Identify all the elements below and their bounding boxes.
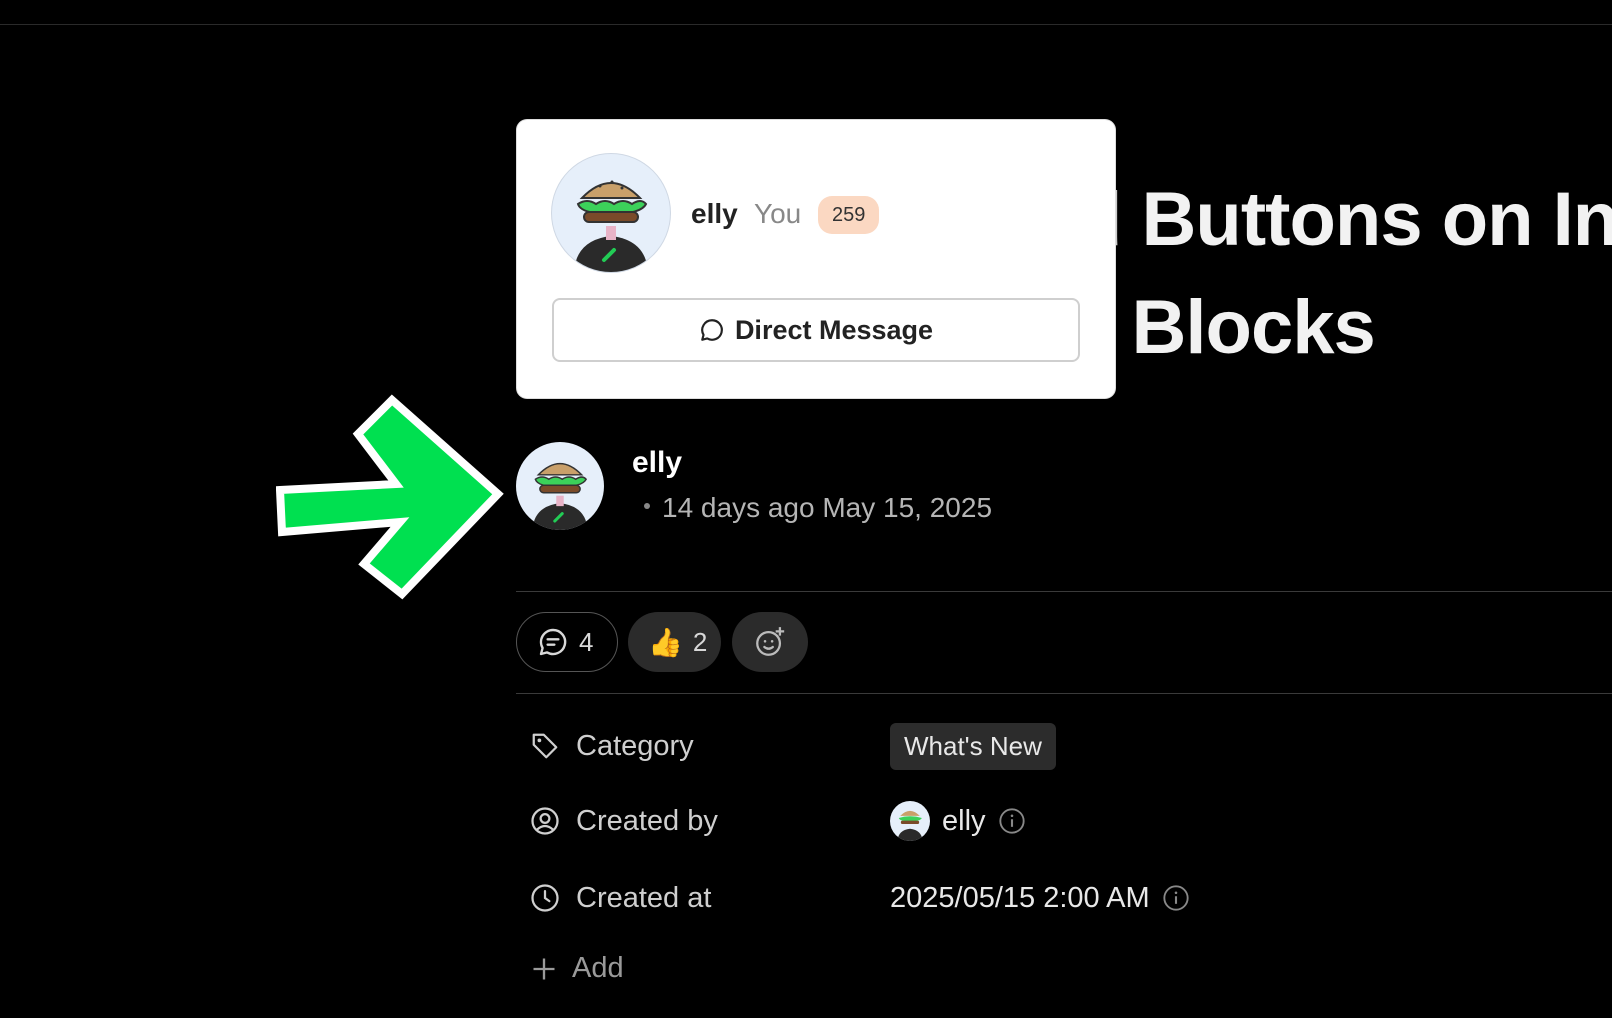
popover-avatar[interactable]	[552, 154, 670, 272]
creator-name[interactable]: elly	[942, 805, 986, 838]
page-title-line-1: d Buttons on In	[1076, 177, 1612, 262]
burger-avatar-icon	[897, 810, 923, 841]
comment-icon	[539, 628, 567, 656]
property-created-by: Created by elly	[530, 801, 1590, 841]
plus-icon	[533, 958, 555, 979]
post-date: May 15, 2025	[822, 492, 993, 523]
green-arrow-annotation-icon	[276, 394, 504, 600]
comment-count: 4	[579, 626, 594, 657]
creator-avatar[interactable]	[890, 801, 930, 841]
info-icon[interactable]	[998, 807, 1026, 835]
like-count: 2	[692, 626, 708, 657]
clock-icon	[530, 883, 560, 913]
category-tag[interactable]: What's New	[890, 722, 1056, 770]
info-icon[interactable]	[1162, 884, 1190, 912]
property-category: Category What's New	[530, 722, 1590, 770]
category-label: Category	[576, 729, 694, 762]
relative-time: 14 days ago	[662, 492, 815, 523]
popover-username: elly	[691, 198, 738, 229]
thumbs-up-reaction[interactable]: 👍 2	[628, 612, 721, 672]
add-reaction-button[interactable]	[732, 612, 808, 672]
add-label: Add	[572, 952, 624, 984]
post-date-meta: 14 days ago May 15, 2025	[644, 492, 992, 524]
created-by-label: Created by	[576, 804, 718, 837]
author-name[interactable]: elly	[632, 446, 682, 480]
user-profile-popover: elly You 259 Direct Message	[517, 120, 1115, 398]
top-divider	[0, 24, 1612, 25]
thumbs-up-icon: 👍	[648, 626, 683, 658]
points-badge: 259	[818, 196, 880, 234]
user-circle-icon	[530, 806, 560, 836]
direct-message-button[interactable]: Direct Message	[552, 298, 1080, 362]
tag-icon	[530, 731, 560, 761]
comments-button[interactable]: 4	[516, 612, 618, 672]
separator-dot	[644, 502, 650, 509]
created-at-value: 2025/05/15 2:00 AM	[890, 882, 1190, 915]
chat-bubble-icon	[701, 319, 723, 341]
created-at-label: Created at	[576, 881, 712, 914]
author-avatar[interactable]	[516, 442, 604, 530]
burger-avatar-icon	[574, 180, 648, 272]
popover-you-label: You	[754, 198, 802, 229]
property-created-at: Created at 2025/05/15 2:00 AM	[530, 878, 1590, 918]
burger-avatar-icon	[532, 462, 588, 530]
created-at-datetime: 2025/05/15 2:00 AM	[890, 881, 1150, 914]
divider	[516, 591, 1612, 592]
divider	[516, 693, 1612, 694]
direct-message-label: Direct Message	[734, 314, 934, 345]
created-by-value: elly	[890, 801, 1026, 841]
add-emoji-icon	[756, 627, 785, 656]
add-property-button[interactable]: Add	[530, 952, 624, 985]
